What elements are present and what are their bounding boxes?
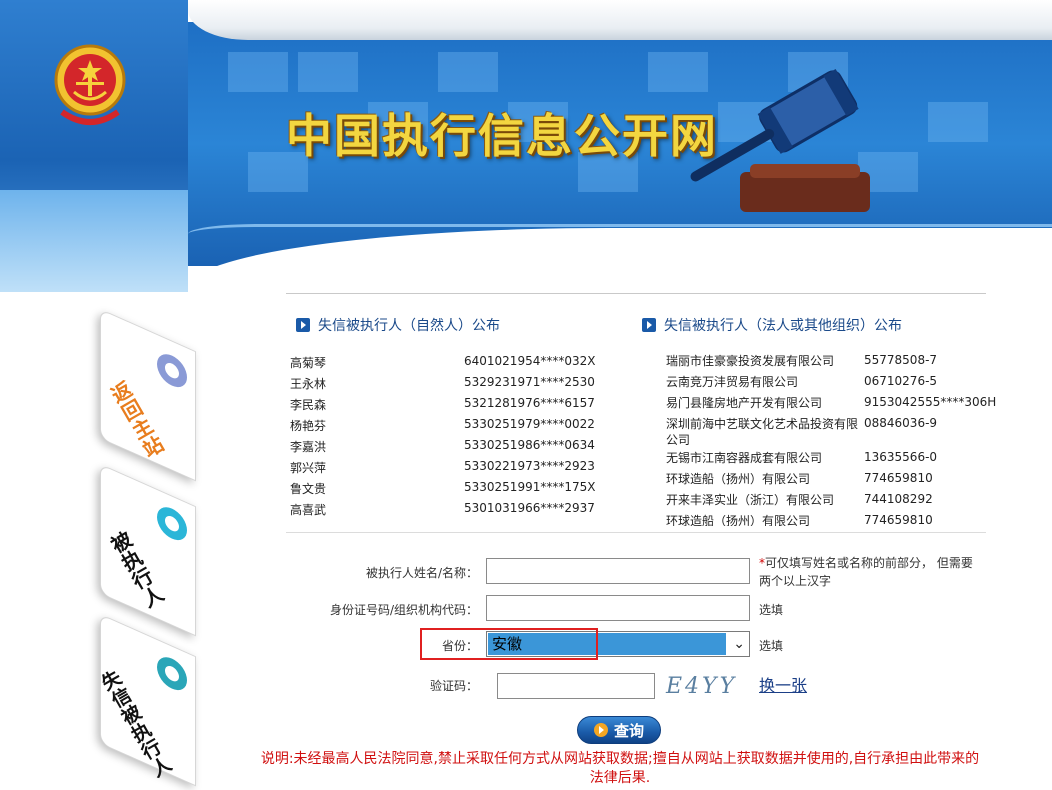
- court-emblem-icon: [54, 44, 126, 125]
- header-top-swoop: [188, 0, 1052, 40]
- person-name: 郭兴萍: [290, 461, 327, 475]
- entity-name: 无锡市江南容器成套有限公司: [666, 451, 823, 465]
- person-name: 高菊琴: [290, 356, 327, 370]
- person-id: 5330251979****0022: [464, 417, 595, 431]
- divider: [286, 532, 986, 533]
- entity-code: 06710276-5: [864, 374, 938, 388]
- site-header: 中国执行信息公开网: [0, 0, 1052, 292]
- legal-entity-list[interactable]: 瑞丽市佳豪豪投资发展有限公司 55778508-7 云南竞万沣贸易有限公司 06…: [666, 340, 996, 526]
- natural-person-list-title-text: 失信被执行人（自然人）公布: [318, 318, 500, 334]
- entity-code: 13635566-0: [864, 450, 938, 464]
- entity-name: 环球造船（扬州）有限公司: [666, 472, 811, 486]
- id-note: 选填: [759, 603, 784, 617]
- tab-dot-icon: [157, 652, 187, 696]
- entity-name: 易门县隆房地产开发有限公司: [666, 396, 823, 410]
- natural-person-list[interactable]: 高菊琴 6401021954****032X 王永林 5329231971***…: [290, 340, 620, 526]
- legal-entity-list-title[interactable]: 失信被执行人（法人或其他组织）公布: [642, 315, 902, 335]
- entity-name: 开来丰泽实业（浙江）有限公司: [666, 493, 835, 507]
- gavel-icon: [690, 69, 870, 212]
- person-name: 杨艳芬: [290, 419, 327, 433]
- person-name: 李民森: [290, 398, 327, 412]
- highlight-box: [420, 628, 598, 660]
- id-number-input[interactable]: [486, 595, 750, 621]
- person-id: 5330251986****0634: [464, 438, 595, 452]
- query-button-label: 查询: [613, 721, 644, 740]
- person-name: 高喜武: [290, 503, 327, 517]
- header-left-sky: [0, 190, 188, 292]
- chevron-down-icon[interactable]: ⌄: [733, 636, 745, 652]
- entity-name: 云南竞万沣贸易有限公司: [666, 375, 799, 389]
- name-note: *可仅填写姓名或名称的前部分， 但需要两个以上汉字: [759, 554, 979, 590]
- entity-code: 9153042555****306H: [864, 395, 996, 409]
- tab-dot-icon: [157, 502, 187, 546]
- natural-person-list-title[interactable]: 失信被执行人（自然人）公布: [296, 315, 500, 335]
- entity-code: 08846036-9: [864, 416, 938, 430]
- person-name: 鲁文贵: [290, 482, 327, 496]
- captcha-text: E4YY: [665, 674, 737, 699]
- entity-code: 744108292: [864, 492, 933, 506]
- arrow-circle-icon: [593, 723, 608, 737]
- person-id: 5301031966****2937: [464, 501, 595, 515]
- province-note: 选填: [759, 639, 784, 653]
- captcha-label: 验证码：: [429, 679, 478, 693]
- person-id: 5330251991****175X: [464, 480, 596, 494]
- person-id: 5321281976****6157: [464, 396, 595, 410]
- person-id: 5330221973****2923: [464, 459, 595, 473]
- tab-dot-icon: [157, 349, 187, 393]
- entity-code: 774659810: [864, 471, 933, 485]
- captcha-input[interactable]: [497, 673, 655, 699]
- id-label: 身份证号码/组织机构代码：: [329, 603, 478, 617]
- person-name: 李嘉洪: [290, 440, 327, 454]
- arrow-bullet-icon: [642, 318, 656, 332]
- refresh-captcha-link[interactable]: 换一张: [759, 672, 807, 696]
- name-label: 被执行人姓名/名称：: [365, 566, 478, 580]
- person-name: 王永林: [290, 377, 327, 391]
- query-button[interactable]: 查询: [577, 716, 661, 744]
- name-note-text: 可仅填写姓名或名称的前部分， 但需要两个以上汉字: [759, 556, 973, 588]
- disclaimer-text: 说明:未经最高人民法院同意,禁止采取任何方式从网站获取数据;擅自从网站上获取数据…: [260, 751, 980, 786]
- entity-name: 瑞丽市佳豪豪投资发展有限公司: [666, 354, 835, 368]
- entity-code: 774659810: [864, 513, 933, 526]
- arrow-bullet-icon: [296, 318, 310, 332]
- name-input[interactable]: [486, 558, 750, 584]
- entity-code: 55778508-7: [864, 353, 938, 367]
- person-id: 6401021954****032X: [464, 354, 596, 368]
- divider: [286, 293, 986, 294]
- legal-entity-list-title-text: 失信被执行人（法人或其他组织）公布: [664, 318, 902, 334]
- entity-name: 深圳前海中艺联文化艺术品投资有限公司: [666, 417, 859, 447]
- entity-name: 环球造船（扬州）有限公司: [666, 514, 811, 526]
- captcha-image[interactable]: E4YY: [664, 671, 740, 699]
- site-title: 中国执行信息公开网: [286, 109, 718, 163]
- person-id: 5329231971****2530: [464, 375, 595, 389]
